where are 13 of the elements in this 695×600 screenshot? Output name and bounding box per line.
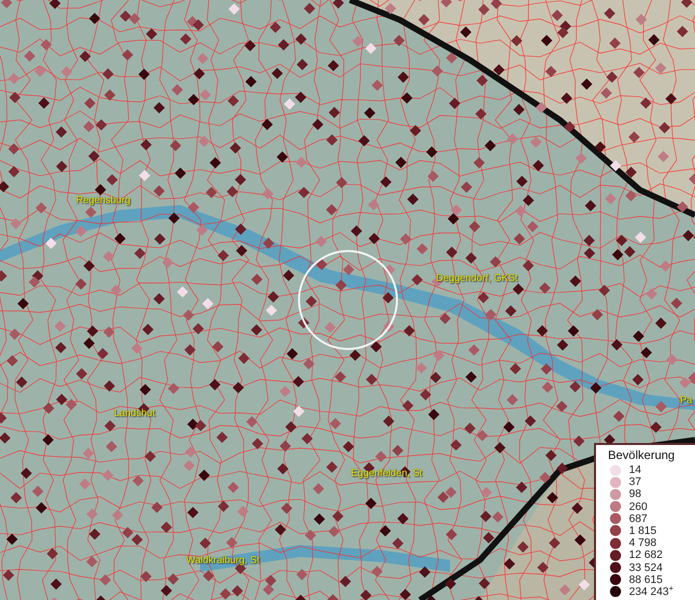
legend-label: 687 xyxy=(629,512,648,525)
legend-label: 33 524 xyxy=(629,562,663,574)
legend-label: 14 xyxy=(629,464,642,476)
legend-label: 234 243$^{+}$ xyxy=(629,586,674,598)
legend-label: 4 798 xyxy=(629,537,657,550)
legend-label: 1 815 xyxy=(629,524,657,537)
legend-label: 98 xyxy=(629,488,642,500)
legend-label: 260 xyxy=(629,500,648,513)
legend-title: Bevölkerung xyxy=(608,448,676,462)
legend-label: 12 682 xyxy=(629,549,663,562)
legend-label: 88 615 xyxy=(629,574,663,586)
place-label: Pa xyxy=(680,395,692,406)
legend-label: 37 xyxy=(629,476,642,488)
